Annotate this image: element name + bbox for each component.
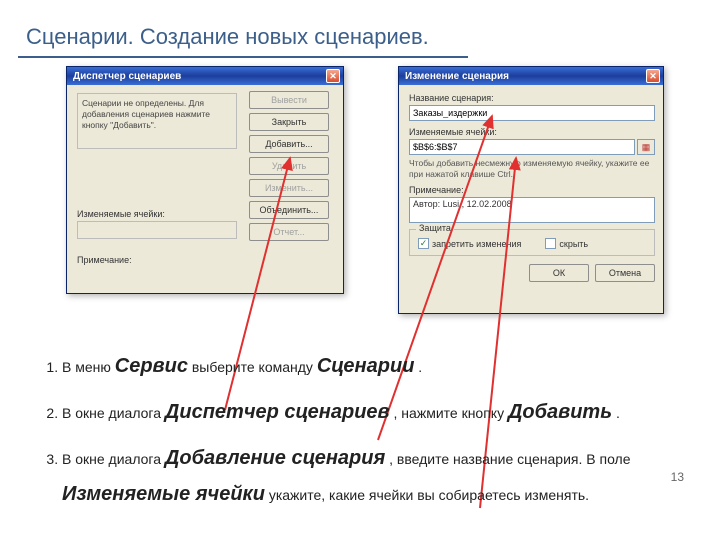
close-button[interactable]: Закрыть bbox=[249, 113, 329, 131]
merge-button[interactable]: Объединить... bbox=[249, 201, 329, 219]
edit-button: Изменить... bbox=[249, 179, 329, 197]
emph-changing-cells: Изменяемые ячейки bbox=[62, 483, 265, 505]
instruction-list: В меню Сервис выберите команду Сценарии … bbox=[30, 348, 670, 522]
scenario-name-input[interactable] bbox=[409, 105, 655, 121]
step-2: В окне диалога Диспетчер сценариев , наж… bbox=[62, 394, 670, 430]
hide-label: скрыть bbox=[559, 239, 588, 249]
note-label-d2: Примечание: bbox=[409, 185, 655, 195]
scenario-name-label: Название сценария: bbox=[409, 93, 655, 103]
changing-cells-label: Изменяемые ячейки: bbox=[77, 209, 237, 219]
changing-cells-label-d2: Изменяемые ячейки: bbox=[409, 127, 655, 137]
add-button[interactable]: Добавить... bbox=[249, 135, 329, 153]
t: . bbox=[418, 359, 422, 375]
summary-button: Отчет... bbox=[249, 223, 329, 241]
emph-service: Сервис bbox=[115, 355, 188, 377]
dialog1-message: Сценарии не определены. Для добавления с… bbox=[77, 93, 237, 149]
scenario-manager-dialog: Диспетчер сценариев ✕ Сценарии не опреде… bbox=[66, 66, 344, 294]
note-label-d1: Примечание: bbox=[77, 255, 132, 265]
emph-scenarios: Сценарии bbox=[317, 355, 415, 377]
t: , введите название сценария. В поле bbox=[389, 451, 630, 467]
protection-group: Защита ✓ запретить изменения скрыть bbox=[409, 229, 655, 256]
emph-add-scenario: Добавление сценария bbox=[165, 447, 385, 469]
prevent-changes-label: запретить изменения bbox=[432, 239, 521, 249]
dialog1-titlebar[interactable]: Диспетчер сценариев ✕ bbox=[67, 67, 343, 85]
slide-title: Сценарии. Создание новых сценариев. bbox=[26, 24, 429, 50]
t: , нажмите кнопку bbox=[394, 405, 508, 421]
close-icon[interactable]: ✕ bbox=[646, 69, 660, 83]
edit-scenario-dialog: Изменение сценария ✕ Название сценария: … bbox=[398, 66, 664, 314]
hide-checkbox[interactable] bbox=[545, 238, 556, 249]
title-underline bbox=[18, 56, 468, 58]
prevent-changes-checkbox[interactable]: ✓ bbox=[418, 238, 429, 249]
t: укажите, какие ячейки вы собираетесь изм… bbox=[269, 487, 589, 503]
t: В окне диалога bbox=[62, 451, 165, 467]
step-1: В меню Сервис выберите команду Сценарии … bbox=[62, 348, 670, 384]
emph-manager: Диспетчер сценариев bbox=[165, 401, 390, 423]
protection-legend: Защита bbox=[416, 223, 454, 233]
dialog2-title-text: Изменение сценария bbox=[405, 71, 509, 82]
dialog2-titlebar[interactable]: Изменение сценария ✕ bbox=[399, 67, 663, 85]
changing-cells-input[interactable] bbox=[409, 139, 635, 155]
t: В окне диалога bbox=[62, 405, 165, 421]
cancel-button[interactable]: Отмена bbox=[595, 264, 655, 282]
note-input[interactable]: Автор: Lusi , 12.02.2008 bbox=[409, 197, 655, 223]
t: выберите команду bbox=[192, 359, 317, 375]
delete-button: Удалить bbox=[249, 157, 329, 175]
cells-hint: Чтобы добавить несмежную изменяемую ячей… bbox=[409, 158, 655, 179]
page-number: 13 bbox=[671, 470, 684, 484]
step-3: В окне диалога Добавление сценария , вве… bbox=[62, 440, 670, 512]
show-button: Вывести bbox=[249, 91, 329, 109]
emph-add: Добавить bbox=[508, 401, 612, 423]
changing-cells-readonly bbox=[77, 221, 237, 239]
close-icon[interactable]: ✕ bbox=[326, 69, 340, 83]
t: В меню bbox=[62, 359, 115, 375]
dialog1-title-text: Диспетчер сценариев bbox=[73, 71, 181, 82]
t: . bbox=[616, 405, 620, 421]
ok-button[interactable]: ОК bbox=[529, 264, 589, 282]
range-selector-icon[interactable]: ▦ bbox=[637, 139, 655, 155]
